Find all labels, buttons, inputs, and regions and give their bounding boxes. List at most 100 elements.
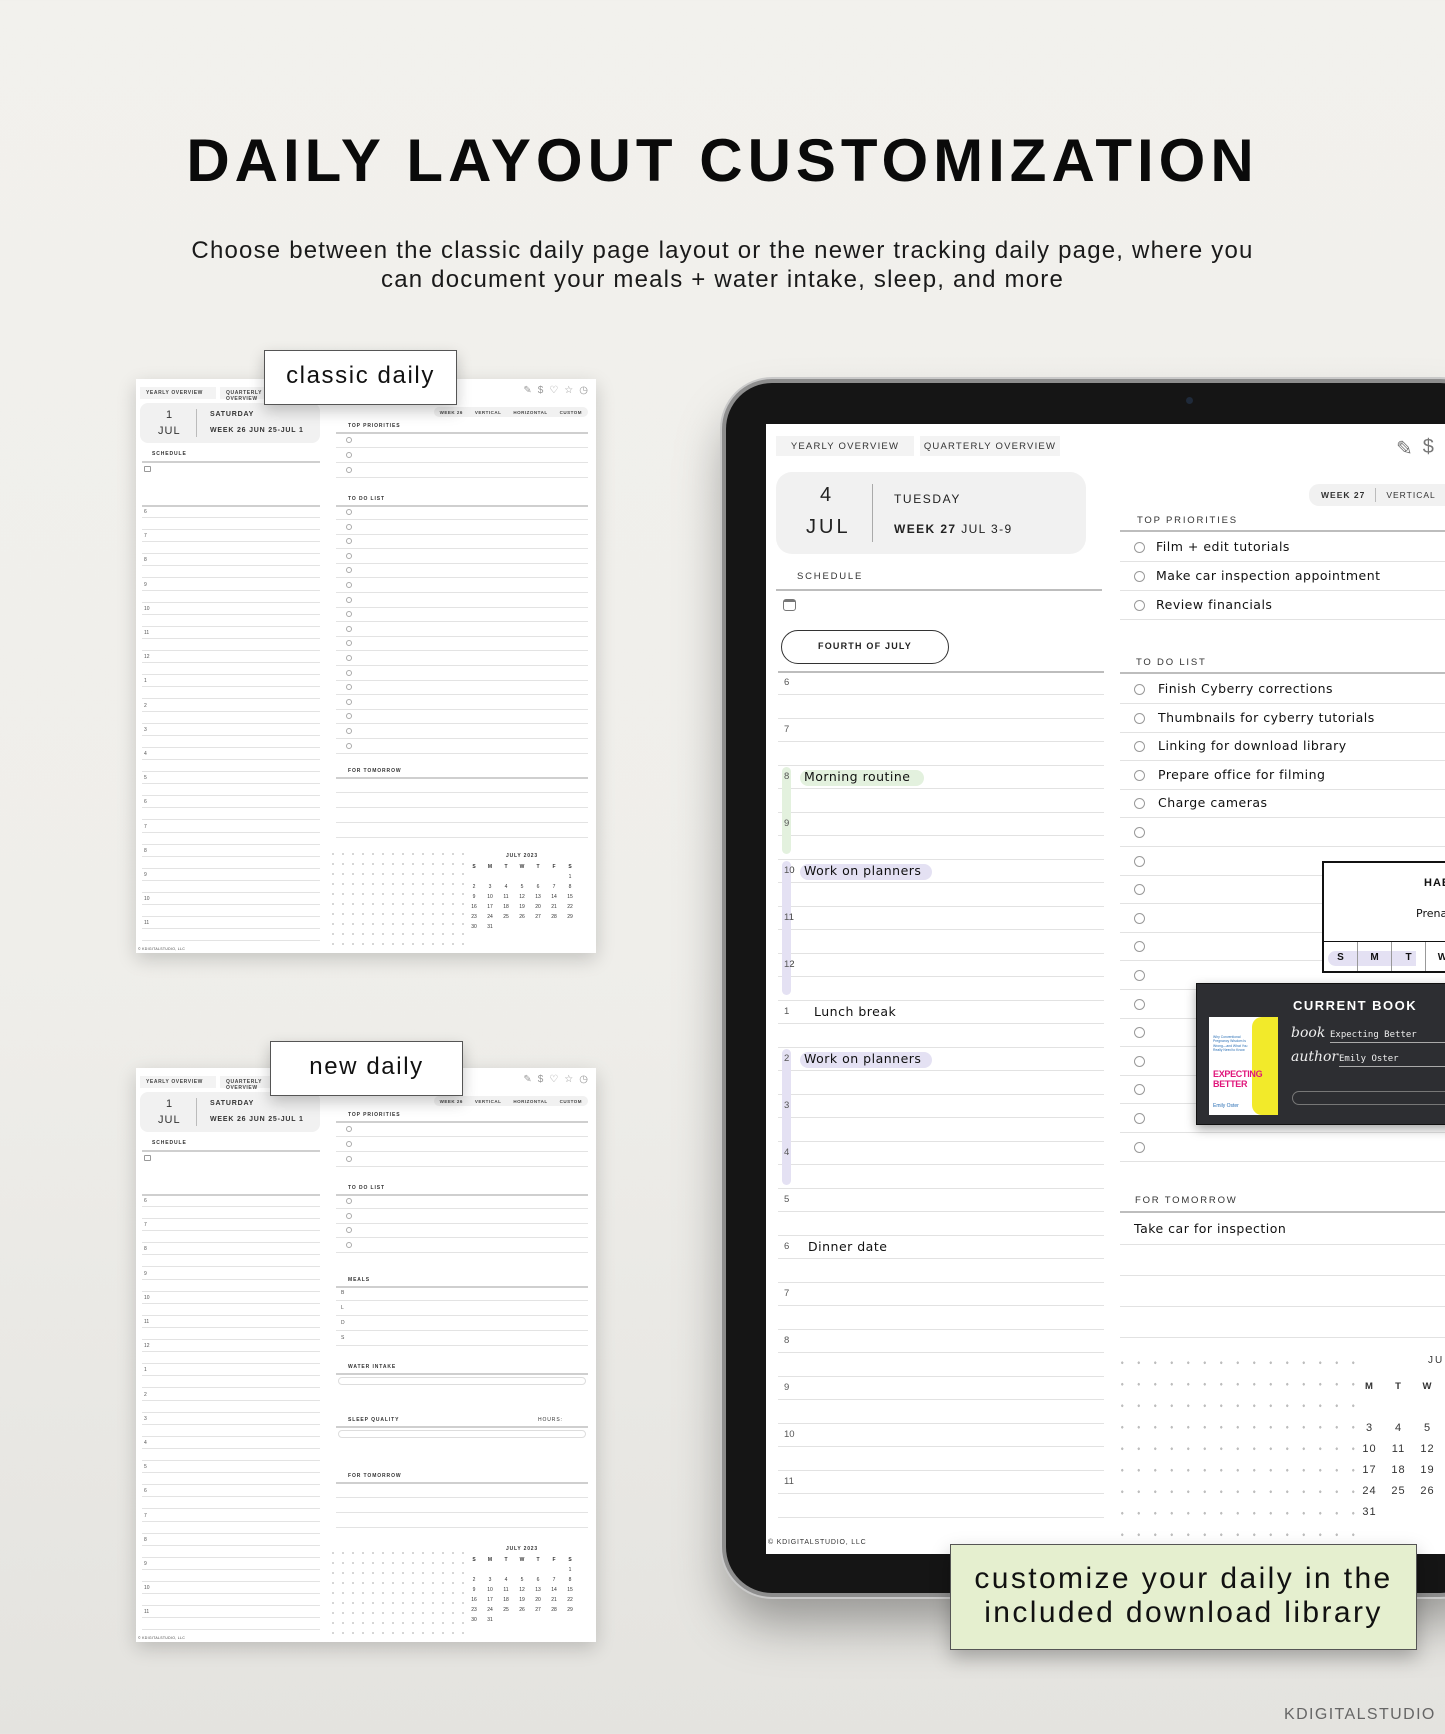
- calendar-day[interactable]: 16: [466, 1597, 482, 1603]
- todo-checkbox[interactable]: [1134, 741, 1145, 753]
- calendar-day[interactable]: 23: [466, 1607, 482, 1613]
- calendar-day[interactable]: 2: [466, 884, 482, 890]
- calendar-day[interactable]: 29: [562, 914, 578, 920]
- calendar-day[interactable]: 26: [1413, 1485, 1442, 1497]
- holiday-pill[interactable]: FOURTH OF JULY: [781, 630, 949, 664]
- calendar-day[interactable]: 7: [546, 884, 562, 890]
- todo-item[interactable]: Prepare office for filming: [1158, 767, 1325, 782]
- dot-grid[interactable]: [328, 1548, 466, 1638]
- habit-day[interactable]: T: [1392, 942, 1426, 971]
- calendar-day[interactable]: 19: [514, 1597, 530, 1603]
- tab-quarterly-overview[interactable]: QUARTERLY OVERVIEW: [920, 436, 1060, 456]
- calendar-day[interactable]: 27: [530, 1607, 546, 1613]
- calendar-day[interactable]: 28: [546, 914, 562, 920]
- todo-checkbox[interactable]: [1134, 1084, 1145, 1096]
- calendar-day[interactable]: 18: [1384, 1464, 1413, 1476]
- calendar-day[interactable]: 5: [514, 1577, 530, 1583]
- calendar-day[interactable]: 8: [562, 884, 578, 890]
- todo-checkbox[interactable]: [346, 567, 352, 574]
- calendar-day[interactable]: 5: [514, 884, 530, 890]
- dot-grid[interactable]: [1114, 1352, 1364, 1544]
- calendar-day[interactable]: 16: [466, 904, 482, 910]
- calendar-day[interactable]: 10: [482, 1587, 498, 1593]
- calendar-day[interactable]: 11: [498, 1587, 514, 1593]
- schedule-event[interactable]: Dinner date: [808, 1239, 887, 1254]
- book-title-field[interactable]: Expecting Better: [1330, 1030, 1445, 1043]
- calendar-day[interactable]: 19: [1413, 1464, 1442, 1476]
- todo-checkbox[interactable]: [1134, 1141, 1145, 1153]
- reading-progress-bar[interactable]: [1292, 1091, 1445, 1105]
- todo-checkbox[interactable]: [1134, 827, 1145, 838]
- todo-checkbox[interactable]: [1134, 884, 1145, 896]
- calendar-day[interactable]: 23: [466, 914, 482, 920]
- todo-checkbox[interactable]: [346, 640, 352, 647]
- calendar-day[interactable]: 11: [1384, 1443, 1413, 1455]
- calendar-day[interactable]: 4: [1384, 1422, 1413, 1434]
- calendar-day[interactable]: 14: [546, 1587, 562, 1593]
- week-label[interactable]: WEEK 26 JUN 25-JUL 1: [210, 1116, 304, 1123]
- todo-checkbox[interactable]: [1134, 1055, 1145, 1067]
- todo-item[interactable]: Thumbnails for cyberry tutorials: [1158, 710, 1375, 725]
- calendar-day[interactable]: 13: [530, 894, 546, 900]
- priority-checkbox[interactable]: [346, 452, 352, 458]
- calendar-day[interactable]: 26: [514, 914, 530, 920]
- dollar-icon[interactable]: $: [538, 1074, 544, 1085]
- calendar-day[interactable]: 25: [498, 1607, 514, 1613]
- calendar-day[interactable]: 17: [1355, 1464, 1384, 1476]
- priority-item[interactable]: Film + edit tutorials: [1156, 539, 1290, 554]
- todo-checkbox[interactable]: [346, 611, 352, 618]
- calendar-day[interactable]: 3: [482, 884, 498, 890]
- segment-vertical[interactable]: VERTICAL: [1386, 490, 1435, 500]
- star-icon[interactable]: ☆: [564, 385, 573, 396]
- priority-checkbox[interactable]: [346, 437, 352, 443]
- current-book-widget[interactable]: Why Conventional Pregnancy Wisdom Is Wro…: [1196, 983, 1445, 1125]
- week-label[interactable]: WEEK 27 JUL 3-9: [894, 522, 1013, 536]
- habit-day[interactable]: S: [1324, 942, 1358, 971]
- calendar-day[interactable]: 6: [530, 1577, 546, 1583]
- schedule-event[interactable]: Morning routine: [804, 769, 911, 784]
- calendar-day[interactable]: 5: [1413, 1422, 1442, 1434]
- week-label[interactable]: WEEK 26 JUN 25-JUL 1: [210, 427, 304, 434]
- calendar-day[interactable]: 31: [482, 1617, 498, 1623]
- calendar-day[interactable]: 12: [514, 1587, 530, 1593]
- calendar-day[interactable]: 28: [546, 1607, 562, 1613]
- calendar-day[interactable]: 4: [498, 884, 514, 890]
- todo-checkbox[interactable]: [1134, 712, 1145, 724]
- calendar-day[interactable]: 1: [562, 1567, 578, 1573]
- todo-checkbox[interactable]: [346, 509, 352, 515]
- schedule-event[interactable]: Work on planners: [804, 1051, 921, 1066]
- tomorrow-item[interactable]: Take car for inspection: [1134, 1221, 1286, 1236]
- calendar-day[interactable]: 25: [1384, 1485, 1413, 1497]
- calendar-day[interactable]: 20: [530, 1597, 546, 1603]
- tab-yearly-overview[interactable]: YEARLY OVERVIEW: [140, 387, 216, 399]
- calendar-day[interactable]: 13: [530, 1587, 546, 1593]
- priority-checkbox[interactable]: [346, 467, 352, 473]
- todo-checkbox[interactable]: [1134, 941, 1145, 953]
- schedule-event[interactable]: Work on planners: [804, 863, 921, 878]
- calendar-day[interactable]: 30: [466, 1617, 482, 1623]
- segment-horizontal[interactable]: HORIZONTAL: [513, 410, 547, 415]
- todo-checkbox[interactable]: [346, 625, 352, 632]
- calendar-day[interactable]: 18: [498, 904, 514, 910]
- heart-icon[interactable]: ♡: [549, 1074, 558, 1085]
- time-block-bar[interactable]: [782, 1049, 791, 1186]
- tab-yearly-overview[interactable]: YEARLY OVERVIEW: [776, 436, 914, 456]
- calendar-day[interactable]: 15: [562, 1587, 578, 1593]
- calendar-day[interactable]: 24: [482, 914, 498, 920]
- priority-checkbox[interactable]: [346, 1126, 352, 1132]
- todo-checkbox[interactable]: [1134, 912, 1145, 924]
- calendar-day[interactable]: 22: [562, 1597, 578, 1603]
- todo-checkbox[interactable]: [346, 684, 352, 691]
- calendar-day[interactable]: 18: [498, 1597, 514, 1603]
- calendar-day[interactable]: 26: [514, 1607, 530, 1613]
- habit-day[interactable]: M: [1358, 942, 1392, 971]
- todo-checkbox[interactable]: [346, 538, 352, 545]
- pencil-icon[interactable]: ✎: [523, 385, 531, 396]
- calendar-day[interactable]: 27: [530, 914, 546, 920]
- todo-checkbox[interactable]: [1134, 684, 1145, 695]
- calendar-day[interactable]: 31: [482, 924, 498, 930]
- habit-tracker-widget[interactable]: HAB Prena S M T W: [1322, 861, 1445, 973]
- time-block-bar[interactable]: [782, 861, 791, 995]
- calendar-day[interactable]: 9: [466, 894, 482, 900]
- priority-checkbox[interactable]: [1134, 600, 1145, 611]
